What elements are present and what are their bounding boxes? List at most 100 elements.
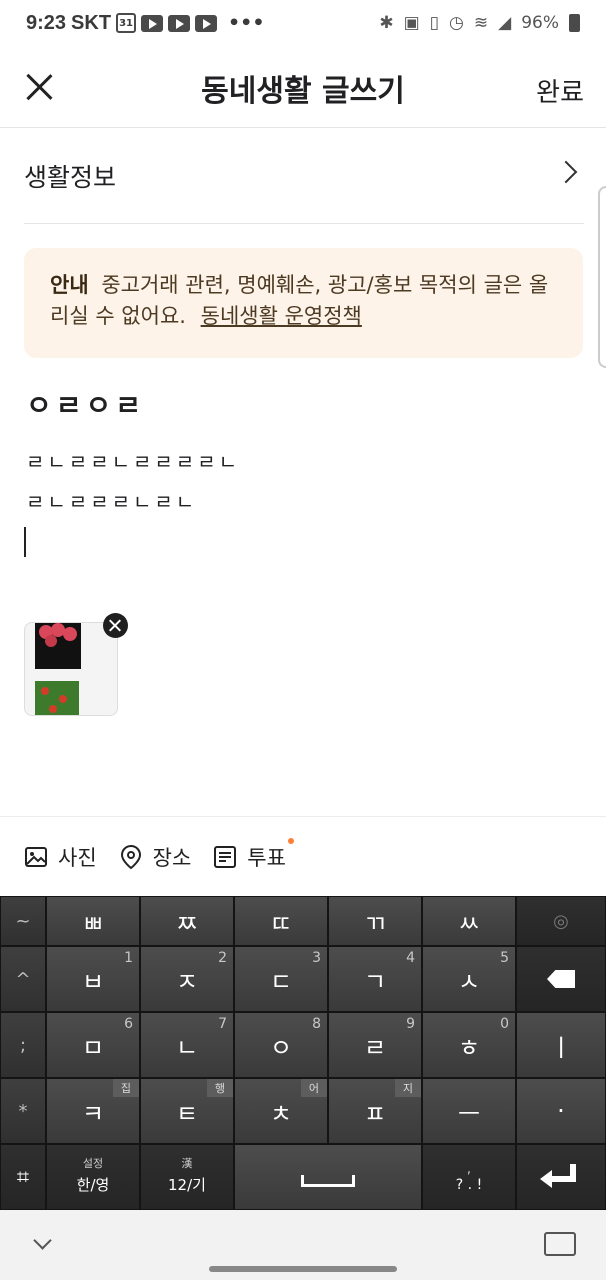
bluetooth-icon: ✱ [379, 13, 394, 33]
key-ssangjieut[interactable]: ㅉ [140, 896, 234, 946]
key-number: 0 [500, 1016, 509, 1032]
key-shortcut-tag: 집 [112, 1079, 139, 1097]
key-dot-vowel[interactable]: · [516, 1078, 606, 1144]
youtube-icon [141, 14, 164, 32]
key-backspace[interactable] [516, 946, 606, 1012]
key-i-vowel[interactable]: ㅣ [516, 1012, 606, 1078]
key-ssangdigeut[interactable]: ㄸ [234, 896, 328, 946]
policy-link[interactable]: 동네생활 운영정책 [201, 304, 362, 328]
key-jieut[interactable]: ㅈ2 [140, 946, 234, 1012]
alarm-icon: ◷ [449, 13, 464, 33]
status-carrier: SKT [71, 11, 112, 34]
vibrate-icon: ▯ [429, 13, 440, 33]
vote-label: 투표 [247, 845, 286, 870]
key-pieup[interactable]: ㅍ지 [328, 1078, 422, 1144]
home-gesture-handle[interactable] [209, 1266, 397, 1272]
more-notifications-icon: ••• [228, 12, 265, 34]
post-body-line[interactable]: ㄹㄴㄹㄹㄹㄴㄹㄴ [26, 486, 197, 515]
backspace-icon [547, 970, 575, 988]
battery-level: 96% [521, 13, 559, 33]
category-selector[interactable]: 생활정보 [24, 128, 584, 224]
key-eu-vowel[interactable]: ㅡ [422, 1078, 516, 1144]
navigation-bar [0, 1210, 606, 1280]
calendar-icon: 31 [116, 13, 137, 33]
photo-button[interactable]: 사진 [24, 842, 97, 872]
photo-icon [25, 846, 47, 867]
photo-label: 사진 [58, 845, 97, 870]
key-tilde[interactable]: ~ [0, 896, 46, 946]
edge-panel-handle[interactable] [598, 186, 606, 368]
place-button[interactable]: 장소 [119, 842, 192, 872]
key-enter[interactable] [516, 1144, 606, 1210]
done-button[interactable]: 완료 [536, 72, 584, 109]
key-symbols[interactable]: 漢 12/기 [140, 1144, 234, 1210]
key-label: ㅇ [269, 1033, 293, 1062]
key-asterisk[interactable]: * [0, 1078, 46, 1144]
remove-image-button[interactable] [103, 613, 128, 638]
key-bieup[interactable]: ㅂ1 [46, 946, 140, 1012]
key-nieun[interactable]: ㄴ7 [140, 1012, 234, 1078]
key-digeut[interactable]: ㄷ3 [234, 946, 328, 1012]
key-number: 2 [218, 950, 227, 966]
attachment-toolbar: 사진 장소 투표 [0, 816, 606, 896]
status-bar: 9:23 SKT 31 ••• ✱ ▣ ▯ ◷ ≋ ◢ 96% [0, 0, 606, 46]
key-rieul[interactable]: ㄹ9 [328, 1012, 422, 1078]
page-title: 동네생활 글쓰기 [201, 74, 405, 109]
post-body-line[interactable]: ㄹㄴㄹㄹㄴㄹㄹㄹㄹㄴ [26, 446, 240, 475]
place-label: 장소 [152, 845, 192, 870]
key-semicolon[interactable]: ; [0, 1012, 46, 1078]
key-mieum[interactable]: ㅁ6 [46, 1012, 140, 1078]
key-number: 4 [406, 950, 415, 966]
youtube-icon [168, 14, 191, 32]
key-label: ㅈ [175, 967, 199, 996]
youtube-icon [195, 14, 218, 32]
key-ssanggiyeok[interactable]: ㄲ [328, 896, 422, 946]
key-shortcut-tag: 행 [206, 1079, 233, 1097]
keyboard-switch-icon[interactable] [544, 1232, 576, 1256]
enter-icon [540, 1164, 578, 1190]
key-number: 9 [406, 1016, 415, 1032]
key-sub-label: 漢 [181, 1157, 193, 1170]
vote-button[interactable]: 투표 [213, 837, 294, 872]
key-hieut[interactable]: ㅎ0 [422, 1012, 516, 1078]
key-chieut[interactable]: ㅊ어 [234, 1078, 328, 1144]
key-label: ㄱ [363, 967, 387, 996]
attached-image[interactable] [24, 622, 118, 716]
key-ssangbieup[interactable]: ㅃ [46, 896, 140, 946]
key-label: 한/영 [76, 1175, 110, 1194]
key-shortcut-tag: 어 [300, 1079, 327, 1097]
key-language-toggle[interactable]: 설정 한/영 [46, 1144, 140, 1210]
key-giyeok[interactable]: ㄱ4 [328, 946, 422, 1012]
key-punctuation[interactable]: , ? . ! [422, 1144, 516, 1210]
key-number: 3 [312, 950, 321, 966]
thumbnail-garden [35, 681, 79, 715]
key-clipboard[interactable]: ◎ [516, 896, 606, 946]
chevron-right-icon [554, 160, 578, 184]
hide-keyboard-icon[interactable] [33, 1231, 52, 1250]
key-siot[interactable]: ㅅ5 [422, 946, 516, 1012]
key-tieut[interactable]: ㅌ행 [140, 1078, 234, 1144]
status-time: 9:23 [26, 11, 67, 34]
key-shortcut-tag: 지 [394, 1079, 421, 1097]
key-label: ㅍ [363, 1099, 387, 1128]
vote-icon [214, 845, 237, 868]
key-number: 8 [312, 1016, 321, 1032]
key-kieuk[interactable]: ㅋ집 [46, 1078, 140, 1144]
key-caret[interactable]: ^ [0, 946, 46, 1012]
key-label: ㅂ [81, 967, 105, 996]
post-title-input[interactable]: ㅇㄹㅇㄹ [26, 384, 145, 424]
battery-icon [569, 14, 580, 32]
key-label: ㅊ [269, 1099, 293, 1128]
nfc-icon: ▣ [403, 13, 420, 33]
key-ssangsiot[interactable]: ㅆ [422, 896, 516, 946]
key-ieung[interactable]: ㅇ8 [234, 1012, 328, 1078]
key-label: ㄹ [363, 1033, 387, 1062]
app-header: 동네생활 글쓰기 완료 [0, 46, 606, 128]
keyboard: ~ ㅃ ㅉ ㄸ ㄲ ㅆ ◎ ^ ㅂ1 ㅈ2 ㄷ3 ㄱ4 ㅅ5 ; ㅁ6 ㄴ7 ㅇ… [0, 896, 606, 1210]
key-label: ㄴ [175, 1033, 199, 1062]
key-select-mode[interactable]: ⌗ [0, 1144, 46, 1210]
space-icon [301, 1175, 355, 1187]
clipboard-icon: ◎ [553, 910, 569, 932]
key-space[interactable] [234, 1144, 422, 1210]
key-label: ㅅ [457, 967, 481, 996]
